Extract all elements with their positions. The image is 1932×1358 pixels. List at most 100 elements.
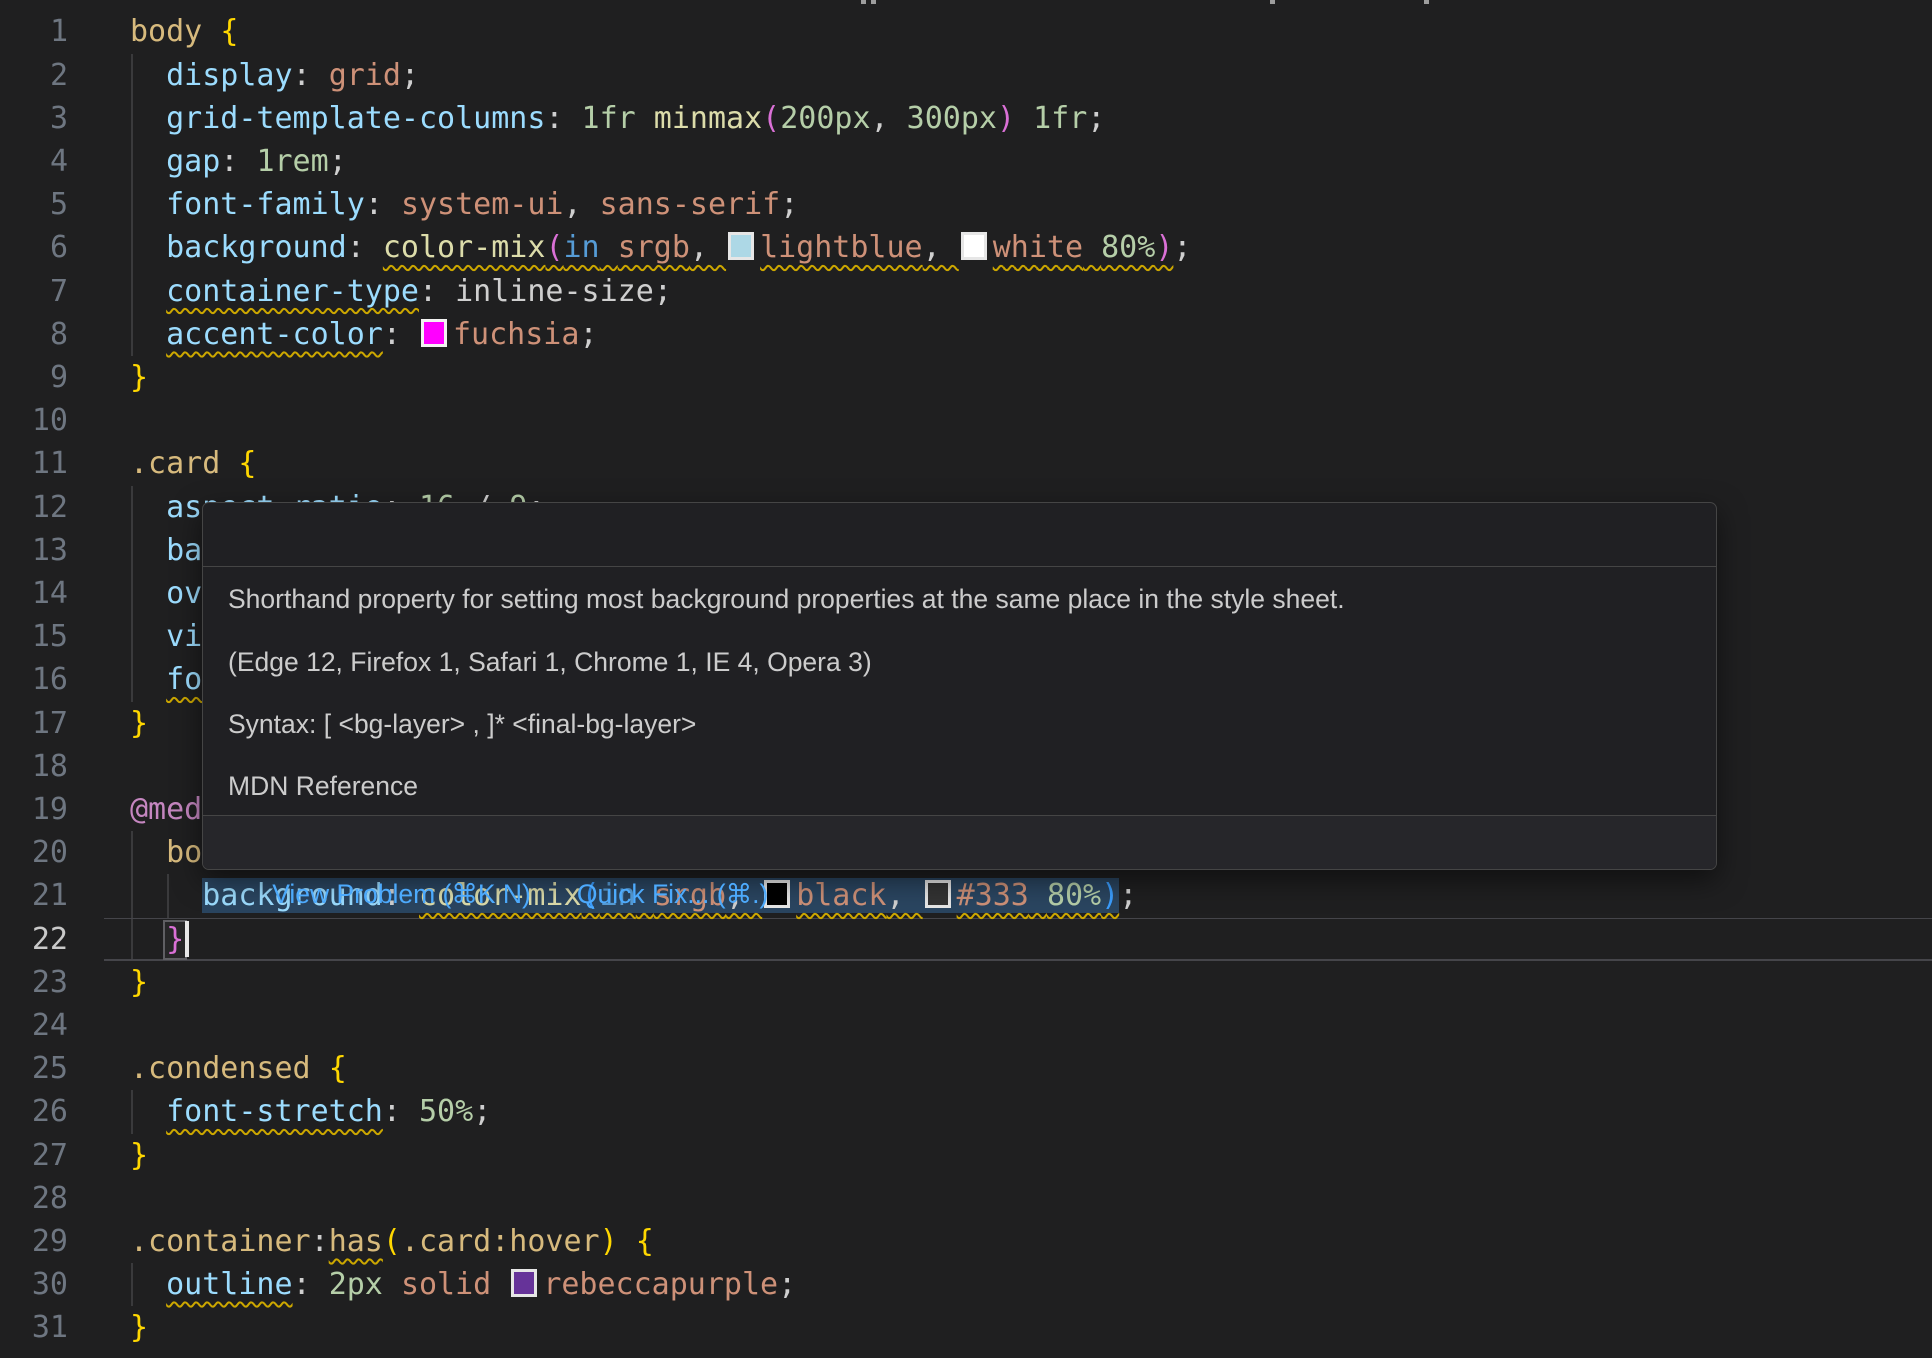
- code-token: [600, 230, 618, 265]
- code-token: 50%: [419, 1094, 473, 1129]
- code-line-30[interactable]: 30 outline: 2px solid rebeccapurple;: [0, 1263, 1932, 1306]
- code-token: {: [238, 446, 256, 481]
- line-number: 4: [0, 140, 68, 183]
- code-token: minmax: [654, 101, 762, 136]
- code-line-29[interactable]: 29.container:has(.card:hover) {: [0, 1220, 1932, 1263]
- code-line-25[interactable]: 25.condensed {: [0, 1047, 1932, 1090]
- code-token: :: [383, 1094, 419, 1129]
- line-number: 11: [0, 442, 68, 485]
- code-text: gap: 1rem;: [130, 140, 347, 183]
- code-token: [130, 878, 202, 913]
- code-line-28[interactable]: 28: [0, 1177, 1932, 1220]
- code-line-10[interactable]: 10: [0, 399, 1932, 442]
- code-line-27[interactable]: 27}: [0, 1134, 1932, 1177]
- code-token: ,: [887, 878, 923, 913]
- line-number: 1: [0, 10, 68, 53]
- code-token: ;: [780, 187, 798, 222]
- code-line-7[interactable]: 7 container-type: inline-size;: [0, 270, 1932, 313]
- line-number: 22: [0, 918, 68, 961]
- code-line-5[interactable]: 5 font-family: system-ui, sans-serif;: [0, 183, 1932, 226]
- line-number: 5: [0, 183, 68, 226]
- line-number: 29: [0, 1220, 68, 1263]
- code-token: [130, 317, 166, 352]
- code-token: 300px: [907, 101, 997, 136]
- code-token: outline: [166, 1267, 292, 1302]
- tooltip-action-bar: View Problem (⌘K N)Quick Fix... (⌘.): [203, 815, 1716, 869]
- clipped-line-artifact: [861, 0, 866, 4]
- color-swatch[interactable]: [925, 880, 951, 908]
- color-swatch[interactable]: [961, 232, 987, 260]
- warning-squiggle-range: container-type: [166, 274, 419, 309]
- code-token: gap: [166, 144, 220, 179]
- syntax-line: Syntax: [ <bg-layer> , ]* <final-bg-laye…: [228, 711, 1696, 738]
- code-token: grid-template-columns: [166, 101, 545, 136]
- code-token: [130, 1094, 166, 1129]
- code-line-8[interactable]: 8 accent-color: fuchsia;: [0, 313, 1932, 356]
- code-token: sans-serif: [600, 187, 781, 222]
- code-line-11[interactable]: 11.card {: [0, 442, 1932, 485]
- warning-squiggle-range: color-mix(in srgb, lightblue, white 80%): [383, 230, 1174, 265]
- code-line-2[interactable]: 2 display: grid;: [0, 54, 1932, 97]
- code-token: 80%: [1047, 878, 1101, 913]
- code-token: {: [636, 1224, 654, 1259]
- mdn-reference-link[interactable]: MDN Reference: [228, 773, 1696, 800]
- line-number: 8: [0, 313, 68, 356]
- code-token: (: [545, 230, 563, 265]
- code-token: solid: [401, 1267, 491, 1302]
- line-number: 30: [0, 1263, 68, 1306]
- code-line-23[interactable]: 23}: [0, 961, 1932, 1004]
- quick-fix-button[interactable]: Quick Fix... (⌘.): [577, 879, 768, 909]
- code-token: 1fr: [582, 101, 636, 136]
- code-token: ba: [166, 533, 202, 568]
- view-problem-button[interactable]: View Problem (⌘K N): [272, 879, 531, 909]
- code-token: [130, 662, 166, 697]
- code-token: has: [329, 1224, 383, 1259]
- code-token: }: [130, 360, 148, 395]
- code-token: [130, 187, 166, 222]
- code-token: [491, 1267, 509, 1302]
- code-line-9[interactable]: 9}: [0, 356, 1932, 399]
- code-text: ov: [130, 572, 202, 615]
- code-token: {: [220, 14, 238, 49]
- code-line-3[interactable]: 3 grid-template-columns: 1fr minmax(200p…: [0, 97, 1932, 140]
- code-token: 1fr: [1033, 101, 1087, 136]
- code-text: }: [130, 1306, 148, 1349]
- code-token: }: [130, 965, 148, 1000]
- code-line-24[interactable]: 24: [0, 1004, 1932, 1047]
- code-text: container-type: inline-size;: [130, 270, 672, 313]
- code-token: [130, 490, 166, 525]
- code-token: [130, 101, 166, 136]
- code-token: accent-color: [166, 317, 383, 352]
- code-token: 80%: [1101, 230, 1155, 265]
- code-token: ): [1155, 230, 1173, 265]
- code-token: :: [311, 1224, 329, 1259]
- code-token: :: [383, 317, 419, 352]
- line-number: 24: [0, 1004, 68, 1047]
- code-line-1[interactable]: 1body {: [0, 10, 1932, 53]
- color-swatch[interactable]: [728, 232, 754, 260]
- code-line-4[interactable]: 4 gap: 1rem;: [0, 140, 1932, 183]
- code-token: [130, 533, 166, 568]
- line-number: 13: [0, 529, 68, 572]
- code-editor[interactable]: 1body {2 display: grid;3 grid-template-c…: [0, 0, 1932, 1358]
- code-line-26[interactable]: 26 font-stretch: 50%;: [0, 1090, 1932, 1133]
- code-text: }: [130, 702, 148, 745]
- code-token: 1rem: [256, 144, 328, 179]
- code-token: [1029, 878, 1047, 913]
- code-token: }: [130, 706, 148, 741]
- code-text: vi: [130, 615, 202, 658]
- code-line-22[interactable]: 22 }: [0, 918, 1932, 961]
- line-number: 15: [0, 615, 68, 658]
- code-token: fo: [166, 662, 202, 697]
- code-token: bo: [166, 835, 202, 870]
- line-number: 23: [0, 961, 68, 1004]
- code-line-6[interactable]: 6 background: color-mix(in srgb, lightbl…: [0, 226, 1932, 269]
- line-number: 14: [0, 572, 68, 615]
- color-swatch[interactable]: [421, 319, 447, 347]
- code-text: }: [130, 918, 184, 961]
- code-line-31[interactable]: 31}: [0, 1306, 1932, 1349]
- hover-tooltip: Type 'color-mix' is not a widely availab…: [202, 502, 1717, 870]
- code-token: ;: [473, 1094, 491, 1129]
- color-swatch[interactable]: [511, 1269, 537, 1297]
- line-number: 9: [0, 356, 68, 399]
